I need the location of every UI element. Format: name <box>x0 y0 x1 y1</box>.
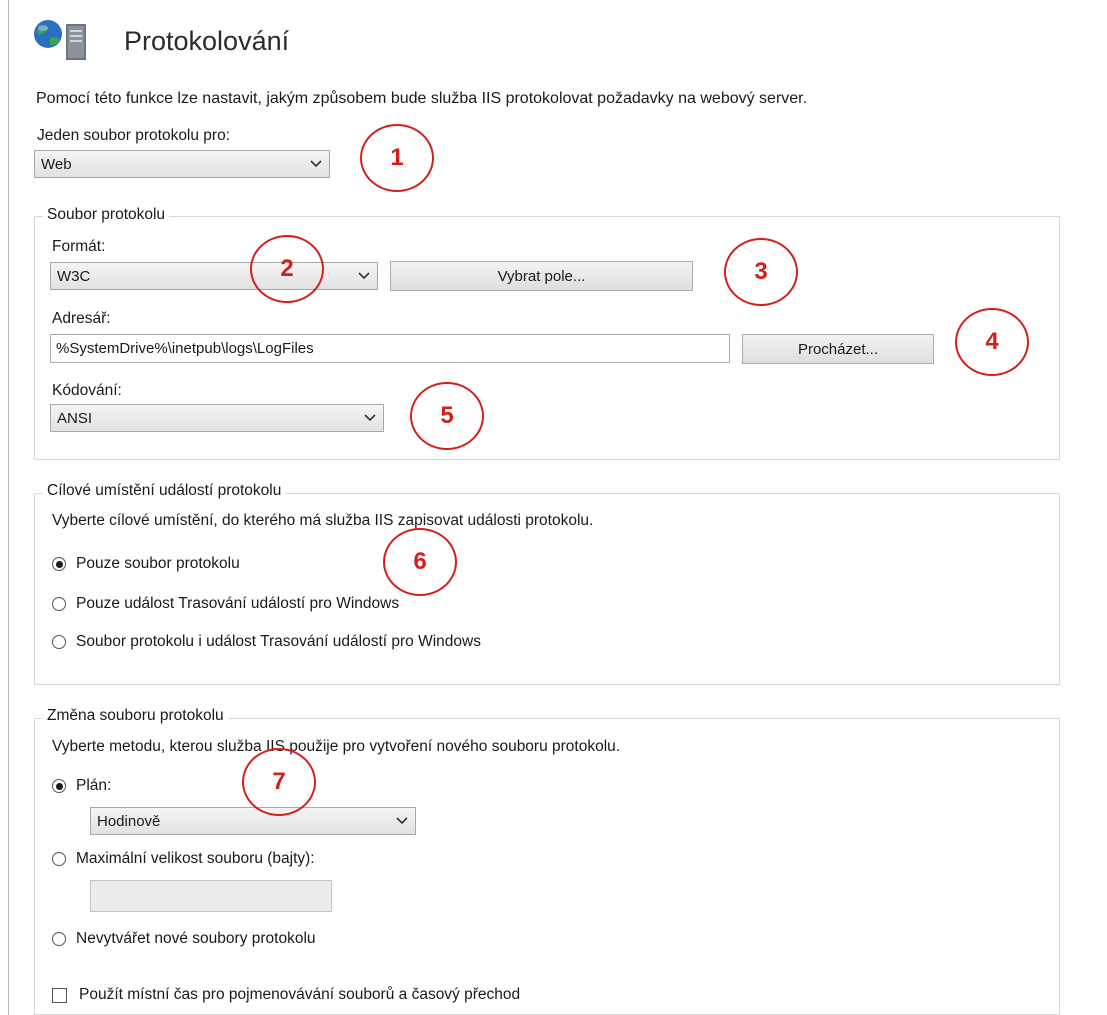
schedule-select[interactable]: Hodinově <box>90 807 416 835</box>
radio-both[interactable]: Soubor protokolu i událost Trasování udá… <box>52 633 481 651</box>
format-select[interactable]: W3C <box>50 262 378 290</box>
checkbox-local-time[interactable]: Použít místní čas pro pojmenovávání soub… <box>52 986 520 1004</box>
radio-label: Maximální velikost souboru (bajty): <box>76 850 315 867</box>
format-label: Formát: <box>52 238 106 255</box>
encoding-select[interactable]: ANSI <box>50 404 384 432</box>
rollover-description: Vyberte metodu, kterou služba IIS použij… <box>52 738 621 755</box>
radio-schedule[interactable]: Plán: <box>52 777 111 795</box>
encoding-label: Kódování: <box>52 382 122 399</box>
encoding-value: ANSI <box>57 409 93 427</box>
left-border <box>8 0 9 1015</box>
radio-label: Pouze událost Trasování událostí pro Win… <box>76 595 400 612</box>
radio-label: Soubor protokolu i událost Trasování udá… <box>76 633 481 650</box>
checkbox-icon <box>52 987 67 1003</box>
max-size-input[interactable] <box>90 880 332 912</box>
annotation-7: 7 <box>242 748 316 816</box>
event-destination-legend: Cílové umístění událostí protokolu <box>43 482 286 500</box>
page-description: Pomocí této funkce lze nastavit, jakým z… <box>36 90 808 107</box>
chevron-down-icon <box>357 414 383 422</box>
radio-label: Plán: <box>76 777 112 794</box>
radio-label: Pouze soubor protokolu <box>76 555 240 572</box>
radio-etw-only[interactable]: Pouze událost Trasování událostí pro Win… <box>52 595 399 613</box>
browse-button[interactable]: Procházet... <box>742 334 934 364</box>
chevron-down-icon <box>351 272 377 280</box>
chevron-down-icon <box>303 160 329 168</box>
radio-selected-icon <box>52 779 66 793</box>
iis-server-globe-icon <box>28 18 98 62</box>
radio-max-size[interactable]: Maximální velikost souboru (bajty): <box>52 850 315 868</box>
annotation-5: 5 <box>410 382 484 450</box>
radio-label: Nevytvářet nové soubory protokolu <box>76 930 316 947</box>
annotation-4: 4 <box>955 308 1029 376</box>
annotation-1: 1 <box>360 124 434 192</box>
radio-empty-icon <box>52 635 66 649</box>
radio-empty-icon <box>52 852 66 866</box>
log-file-legend: Soubor protokolu <box>43 206 170 224</box>
one-log-file-label: Jeden soubor protokolu pro: <box>37 127 231 144</box>
one-log-file-select[interactable]: Web <box>34 150 330 178</box>
annotation-2: 2 <box>250 235 324 303</box>
checkbox-label: Použít místní čas pro pojmenovávání soub… <box>79 986 521 1003</box>
radio-empty-icon <box>52 932 66 946</box>
radio-log-file-only[interactable]: Pouze soubor protokolu <box>52 555 240 573</box>
chevron-down-icon <box>389 817 415 825</box>
schedule-value: Hodinově <box>97 812 161 830</box>
page-title: Protokolování <box>124 26 290 56</box>
annotation-6: 6 <box>383 528 457 596</box>
radio-selected-icon <box>52 557 66 571</box>
directory-input[interactable]: %SystemDrive%\inetpub\logs\LogFiles <box>50 334 730 363</box>
directory-label: Adresář: <box>52 310 111 327</box>
event-destination-description: Vyberte cílové umístění, do kterého má s… <box>52 512 594 529</box>
rollover-legend: Změna souboru protokolu <box>43 707 228 725</box>
one-log-file-value: Web <box>41 155 72 173</box>
radio-empty-icon <box>52 597 66 611</box>
select-fields-button[interactable]: Vybrat pole... <box>390 261 693 291</box>
radio-no-new-files[interactable]: Nevytvářet nové soubory protokolu <box>52 930 316 948</box>
annotation-3: 3 <box>724 238 798 306</box>
